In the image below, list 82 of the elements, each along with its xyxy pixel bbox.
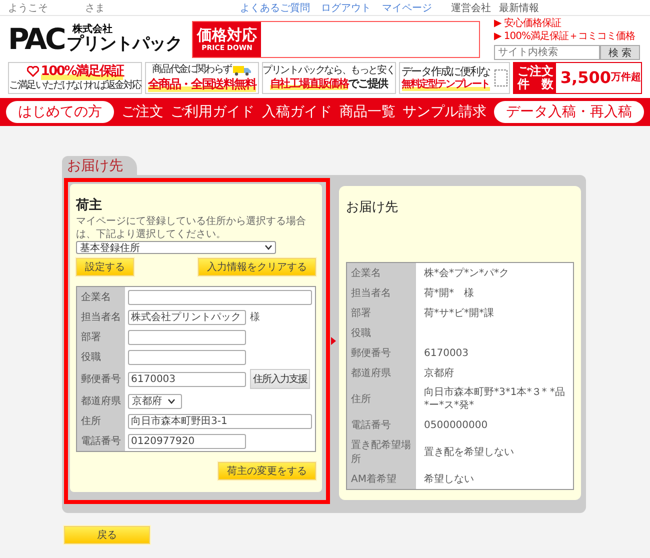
field-label: 担当者名	[347, 283, 416, 303]
field-value: 株*会*プ*ン*パ*ク	[423, 266, 510, 280]
field-value: 希望しない	[423, 472, 475, 486]
input-field[interactable]: 6170003	[128, 372, 246, 386]
info-link[interactable]: 最新情報	[499, 0, 539, 14]
guarantee-link[interactable]: ▶ 安心価格保証	[494, 18, 642, 30]
field-label: 郵便番号	[77, 367, 125, 391]
field-label: 郵便番号	[347, 343, 416, 363]
field-label: 住所	[77, 411, 125, 431]
field-value: 0500000000	[423, 418, 489, 432]
order-count-label: ご注文件 数	[514, 63, 556, 93]
honorific-text: さま	[85, 2, 106, 14]
honorific-text: 様	[250, 310, 260, 324]
logo-name: プリントパック	[66, 35, 182, 54]
section-heading: 荷主	[76, 196, 103, 214]
field-value: 荷*サ*ビ*開*課	[423, 306, 495, 320]
header-link[interactable]: よくあるご質問	[240, 0, 310, 14]
field-label: 都道府県	[77, 391, 125, 411]
template-icon	[494, 69, 508, 87]
logo-mark: PAC	[8, 24, 64, 54]
nav-link[interactable]: 商品一覧	[339, 103, 396, 121]
promo-caption: プリントパックなら、もっと安く	[262, 64, 395, 78]
nav-link[interactable]: はじめての方	[6, 101, 114, 123]
field-label: 置き配希望場所	[347, 435, 416, 469]
search-field[interactable]: サイト内検索	[494, 45, 600, 60]
back-button[interactable]: 戻る	[64, 526, 150, 544]
field-label: 役職	[347, 323, 416, 343]
input-field[interactable]	[128, 350, 246, 364]
price-title: 価格対応	[197, 26, 257, 44]
promo-caption: 商品代金に関わらず	[152, 64, 232, 77]
prefecture-select[interactable]: 京都府	[128, 394, 182, 408]
input-field[interactable]: 0120977920	[128, 434, 246, 448]
chevron-icon	[168, 398, 175, 404]
field-label: 電話番号	[347, 415, 416, 435]
field-label: 役職	[77, 347, 125, 367]
nav-link[interactable]: データ入稿・再入稿	[494, 101, 644, 123]
instruction-text: マイページにて登録している住所から選択する場合は、下記より選択してください。	[76, 216, 307, 241]
change-shipper-button[interactable]: 荷主の変更をする	[218, 462, 316, 480]
guarantee-link[interactable]: ▶ 100%満足保証＋コミコミ価格	[494, 31, 642, 43]
input-field[interactable]	[128, 330, 246, 344]
info-link[interactable]: 運営会社	[451, 0, 491, 14]
input-field[interactable]: 向日市森本町野田3-1	[128, 414, 312, 428]
promo-banner[interactable]: データ作成に便利な 無料定型テンプレート	[398, 62, 510, 94]
order-count: 3,500	[560, 68, 611, 88]
clear-button[interactable]: 入力情報をクリアする	[198, 258, 316, 276]
chevron-icon	[265, 245, 272, 250]
field-label: 住所	[347, 383, 416, 415]
input-field[interactable]: 株式会社プリントパック	[128, 310, 246, 324]
set-button[interactable]: 設定する	[76, 258, 134, 276]
promo-caption: ご満足いただけなければ返金対応	[9, 80, 142, 92]
order-count-unit: 万件超	[611, 72, 641, 84]
field-label: 企業名	[77, 287, 125, 307]
field-value: 荷*開* 様	[423, 286, 475, 300]
field-value: 向日市森本町野*3*1本*３* *品*ー*ス*発*	[423, 386, 566, 413]
nav-link[interactable]: ご利用ガイド	[170, 103, 255, 121]
promo-caption: データ作成に便利な	[401, 64, 490, 78]
section-heading: お届け先	[346, 199, 399, 216]
heart-icon	[26, 66, 39, 78]
header-link[interactable]: ログアウト	[321, 0, 371, 14]
field-label: AM着希望	[347, 469, 416, 489]
nav-link[interactable]: ご注文	[121, 103, 164, 121]
field-label: 企業名	[347, 263, 416, 283]
promo-headline: 無料定型テンプレート	[402, 78, 490, 92]
header-link[interactable]: マイページ	[382, 0, 432, 14]
truck-icon	[233, 65, 252, 76]
field-label: 部署	[77, 327, 125, 347]
input-field[interactable]	[128, 290, 312, 304]
search-button[interactable]: 検 索	[600, 45, 640, 60]
address-select[interactable]: 基本登録住所	[76, 241, 276, 254]
field-value: 6170003	[423, 346, 470, 360]
company-type: 株式会社	[72, 24, 114, 36]
greeting-text: ようこそ	[8, 2, 49, 14]
address-lookup-button[interactable]: 住所入力支援	[250, 369, 310, 389]
field-value: 置き配を希望しない	[423, 446, 515, 460]
field-label: 都道府県	[347, 363, 416, 383]
arrow-icon	[331, 337, 336, 345]
nav-link[interactable]: サンプル請求	[402, 103, 487, 121]
nav-link[interactable]: 入稿ガイド	[262, 103, 332, 121]
field-label: 電話番号	[77, 431, 125, 451]
field-label: 部署	[347, 303, 416, 323]
field-value: 京都府	[423, 366, 455, 380]
field-label: 担当者名	[77, 307, 125, 327]
